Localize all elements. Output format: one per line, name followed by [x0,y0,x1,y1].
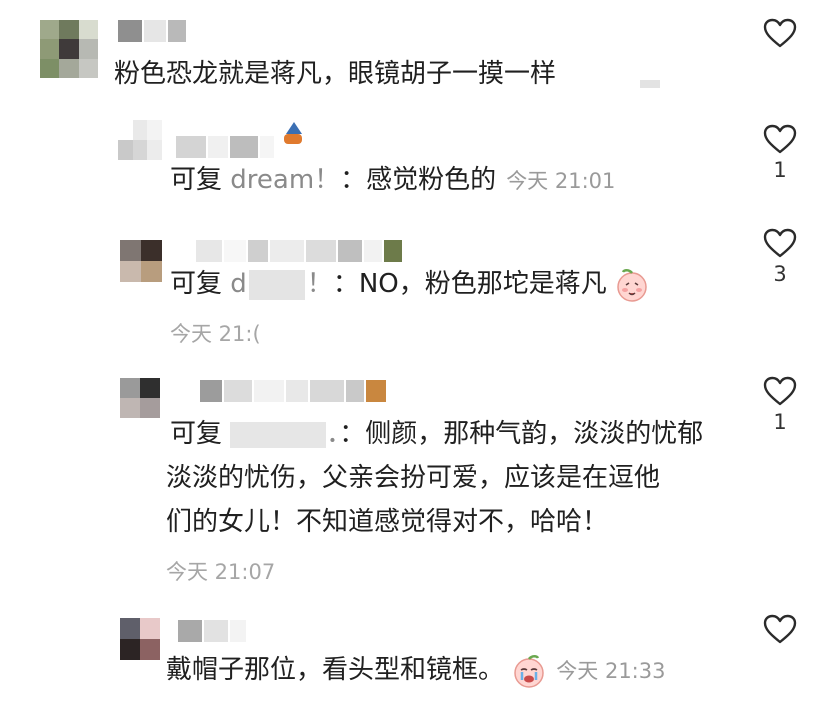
reply-text: 可复 d ！：NO，粉色那坨是蒋凡 [170,262,649,306]
comment-text: 戴帽子那位，看头型和镜框。 今天 21:33 [166,648,665,693]
avatar[interactable] [120,240,162,282]
reply-text-line2: 淡淡的忧伤，父亲会扮可爱，应该是在逗他 [166,463,661,493]
heart-icon [763,228,797,258]
timestamp: 今天 21:( [170,322,261,346]
username-blurred[interactable] [200,380,410,402]
like-button[interactable] [762,614,798,644]
username-blurred[interactable] [178,620,248,642]
blur-patch [640,80,660,88]
reply-text: 可复 ．：侧颜，那种气韵，淡淡的忧郁 [170,412,703,456]
username-blurred[interactable] [118,20,188,42]
like-button[interactable]: 3 [762,228,798,286]
like-button[interactable] [762,18,798,48]
heart-icon [763,124,797,154]
like-button[interactable]: 1 [762,376,798,434]
heart-icon [763,376,797,406]
avatar[interactable] [118,120,162,160]
avatar[interactable] [40,20,98,78]
timestamp: 今天 21:01 [506,169,616,193]
reply-to-suffix: ！ [306,269,333,299]
timestamp: 今天 21:33 [556,659,666,683]
reply-content: ：感觉粉色的 [340,165,497,195]
reply-content: ：侧颜，那种气韵，淡淡的忧郁 [339,419,704,449]
username-blurred[interactable] [196,240,426,262]
heart-icon [763,18,797,48]
reply-label: 可复 [170,165,223,195]
avatar[interactable] [120,378,160,418]
reply-to-suffix: ． [326,419,340,449]
username-blurred[interactable] [176,136,296,158]
comment-content: 戴帽子那位，看头型和镜框。 [166,655,505,685]
blushing-peach-emoji [617,268,647,302]
like-count: 3 [773,262,787,286]
reply-to-user[interactable]: dream！ [230,165,340,195]
reply-to-user[interactable]: d [230,269,247,299]
timestamp: 今天 21:07 [166,560,276,584]
reply-content: ：NO，粉色那坨是蒋凡 [332,269,607,299]
like-count: 1 [773,410,787,434]
badge-icon [284,122,302,146]
like-count: 1 [773,158,787,182]
like-button[interactable]: 1 [762,124,798,182]
heart-icon [763,614,797,644]
blur-patch [230,421,327,448]
blur-patch [248,269,305,300]
comment-text: 粉色恐龙就是蒋凡，眼镜胡子一摸一样 [114,59,557,89]
crying-peach-emoji [514,654,545,688]
reply-label: 可复 [170,419,223,449]
avatar[interactable] [120,618,160,660]
reply-label: 可复 [170,269,223,299]
reply-text: 可复 dream！：感觉粉色的 今天 21:01 [170,158,615,203]
reply-text-line3: 们的女儿！不知道感觉得对不，哈哈！ [166,507,609,537]
